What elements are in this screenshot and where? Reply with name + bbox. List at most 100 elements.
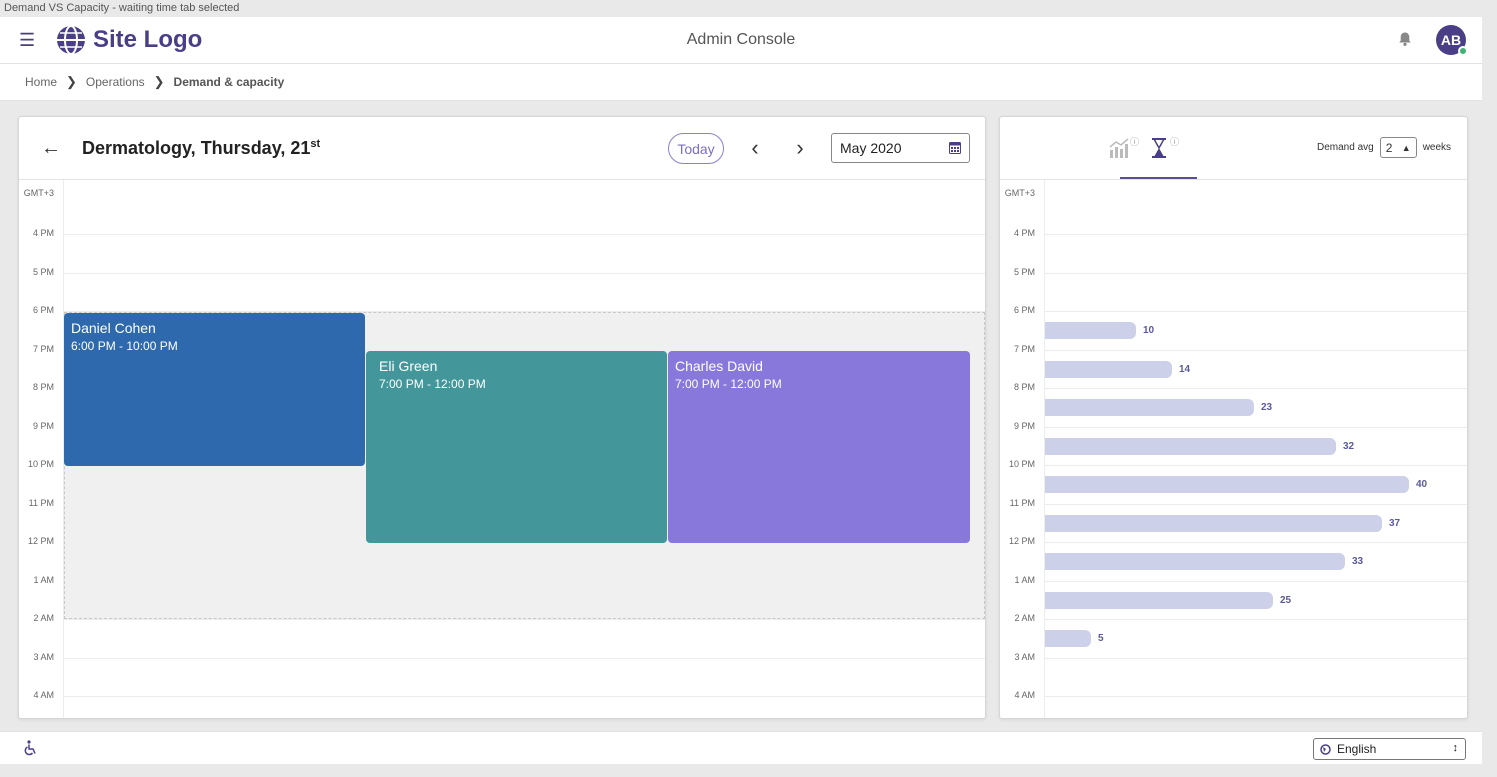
hour-gridline bbox=[1045, 311, 1467, 312]
demand-avg-label: Demand avg bbox=[1317, 142, 1374, 153]
waiting-time-panel: ⓘ ⓘ Demand avg 2 ▲︎ weeks GMT+3 4 PM 5 PM… bbox=[999, 116, 1468, 719]
hour-gridline bbox=[64, 657, 985, 659]
hour-label: 4 AM bbox=[1014, 690, 1035, 700]
event-name: Daniel Cohen bbox=[71, 320, 156, 336]
hour-label: 6 PM bbox=[32, 305, 54, 315]
waiting-time-bar[interactable] bbox=[1045, 322, 1136, 339]
waiting-time-value-label: 33 bbox=[1352, 556, 1364, 567]
calendar-panel: ← Dermatology, Thursday, 21st Today ‹ › … bbox=[18, 116, 986, 719]
hour-label: 12 PM bbox=[1008, 536, 1035, 546]
page-title: Admin Console bbox=[686, 31, 796, 48]
next-day-button[interactable]: › bbox=[790, 135, 810, 161]
hour-label: 1 AM bbox=[33, 574, 54, 585]
waiting-time-bar[interactable] bbox=[1045, 514, 1382, 532]
event-name: Charles David bbox=[675, 358, 763, 374]
month-picker-value: May 2020 bbox=[840, 140, 902, 156]
chevron-right-icon: ❯ bbox=[153, 74, 165, 89]
waiting-time-value-label: 40 bbox=[1416, 479, 1428, 490]
time-column: GMT+3 4 PM 5 PM 6 PM 7 PM 8 PM 9 PM 10 PM 11 PM… bbox=[1000, 180, 1045, 718]
breadcrumb-current: Demand & capacity bbox=[173, 75, 285, 89]
notifications-bell-icon[interactable] bbox=[1397, 31, 1413, 52]
waiting-time-bar[interactable] bbox=[1045, 553, 1345, 570]
waiting-time-bar[interactable] bbox=[1045, 437, 1336, 455]
hour-gridline bbox=[64, 619, 985, 620]
globe-icon bbox=[1320, 743, 1331, 755]
hour-gridline bbox=[1045, 657, 1467, 659]
language-value: English bbox=[1337, 742, 1377, 756]
tab-waiting-time[interactable]: ⓘ bbox=[1120, 137, 1197, 179]
hour-label: 9 PM bbox=[1013, 420, 1035, 431]
timezone-label: GMT+3 bbox=[23, 188, 54, 198]
back-arrow-icon[interactable]: ← bbox=[41, 137, 61, 160]
hour-gridline bbox=[1045, 272, 1467, 274]
hour-label: 8 PM bbox=[32, 382, 54, 392]
calendar-grid: GMT+3 4 PM 5 PM 6 PM 7 PM 8 PM 9 PM 10 PM 11 PM… bbox=[19, 179, 985, 718]
hour-gridline bbox=[1045, 234, 1467, 235]
waiting-time-value-label: 23 bbox=[1261, 402, 1273, 413]
hour-label: 1 AM bbox=[1014, 574, 1035, 585]
hour-gridline bbox=[1045, 388, 1467, 389]
waiting-time-bar[interactable] bbox=[1045, 399, 1254, 416]
avatar[interactable]: AB bbox=[1436, 25, 1468, 56]
accessibility-icon[interactable] bbox=[23, 740, 39, 761]
month-picker-input[interactable]: May 2020 bbox=[831, 133, 970, 163]
hour-label: 12 PM bbox=[27, 536, 54, 546]
breadcrumb: Home ❯ Operations ❯ Demand & capacity bbox=[0, 64, 1482, 101]
demand-avg-stepper[interactable]: 2 ▲︎ bbox=[1379, 137, 1417, 158]
hourglass-icon bbox=[1151, 138, 1166, 158]
hour-gridline bbox=[1045, 349, 1467, 351]
hour-gridline bbox=[64, 234, 985, 235]
waiting-time-chart: GMT+3 4 PM 5 PM 6 PM 7 PM 8 PM 9 PM 10 PM 11 PM… bbox=[1000, 179, 1467, 718]
today-button[interactable]: Today bbox=[668, 133, 724, 164]
waiting-time-bar[interactable] bbox=[1045, 630, 1091, 647]
hour-label: 5 PM bbox=[32, 266, 54, 277]
hour-gridline bbox=[1045, 426, 1467, 428]
hour-label: 11 PM bbox=[1009, 497, 1035, 508]
hour-label: 9 PM bbox=[32, 420, 54, 431]
previous-day-button[interactable]: ‹ bbox=[745, 135, 765, 161]
hour-label: 4 AM bbox=[33, 690, 54, 700]
info-icon[interactable]: ⓘ bbox=[1170, 135, 1179, 148]
hour-gridline bbox=[1045, 503, 1467, 505]
breadcrumb-operations[interactable]: Operations bbox=[86, 75, 145, 89]
hour-gridline bbox=[1045, 542, 1467, 543]
event-time: 7:00 PM - 12:00 PM bbox=[675, 377, 782, 391]
breadcrumb-home[interactable]: Home bbox=[25, 75, 57, 89]
hour-label: 7 PM bbox=[32, 343, 54, 354]
chevron-right-icon: ❯ bbox=[66, 74, 77, 89]
event-time: 6:00 PM - 10:00 PM bbox=[71, 339, 178, 353]
online-status-dot bbox=[1458, 46, 1468, 56]
event-card-eli-green[interactable]: Eli Green 7:00 PM - 12:00 PM bbox=[366, 351, 667, 543]
footer: English ↕ bbox=[0, 731, 1482, 764]
hour-label: 8 PM bbox=[1013, 382, 1035, 392]
demand-avg-value: 2 bbox=[1385, 140, 1393, 155]
hour-label: 10 PM bbox=[27, 459, 54, 469]
stepper-arrows-icon: ▲︎ bbox=[1401, 142, 1411, 153]
hour-label: 4 PM bbox=[32, 228, 54, 238]
hour-label: 11 PM bbox=[28, 497, 54, 508]
calendar-day-title: Dermatology, Thursday, 21st bbox=[82, 138, 320, 159]
hour-label: 2 AM bbox=[1014, 613, 1035, 623]
hour-gridline bbox=[64, 696, 985, 697]
waiting-time-value-label: 37 bbox=[1389, 517, 1401, 529]
hour-label: 6 PM bbox=[1013, 305, 1035, 315]
waiting-time-bar[interactable] bbox=[1045, 360, 1172, 378]
waiting-time-value-label: 10 bbox=[1143, 325, 1155, 336]
waiting-time-value-label: 32 bbox=[1343, 440, 1355, 452]
day-title-suffix: st bbox=[310, 138, 321, 150]
waiting-time-value-label: 5 bbox=[1098, 633, 1104, 644]
hour-gridline bbox=[64, 272, 985, 274]
language-select[interactable]: English ↕ bbox=[1313, 738, 1466, 760]
event-card-charles-david[interactable]: Charles David 7:00 PM - 12:00 PM bbox=[668, 351, 970, 543]
waiting-time-bar[interactable] bbox=[1045, 591, 1273, 609]
window-title: Demand VS Capacity - waiting time tab se… bbox=[4, 2, 240, 14]
time-column: GMT+3 4 PM 5 PM 6 PM 7 PM 8 PM 9 PM 10 PM 11 PM… bbox=[19, 180, 64, 718]
calendar-icon[interactable] bbox=[949, 141, 961, 157]
event-name: Eli Green bbox=[379, 358, 438, 374]
event-card-daniel-cohen[interactable]: Daniel Cohen 6:00 PM - 10:00 PM bbox=[64, 313, 365, 466]
waiting-time-bar[interactable] bbox=[1045, 476, 1409, 493]
demand-avg-control: Demand avg 2 ▲︎ weeks bbox=[1317, 137, 1451, 158]
hour-gridline bbox=[1045, 696, 1467, 697]
hour-label: 2 AM bbox=[33, 613, 54, 623]
hour-label: 10 PM bbox=[1008, 459, 1035, 469]
